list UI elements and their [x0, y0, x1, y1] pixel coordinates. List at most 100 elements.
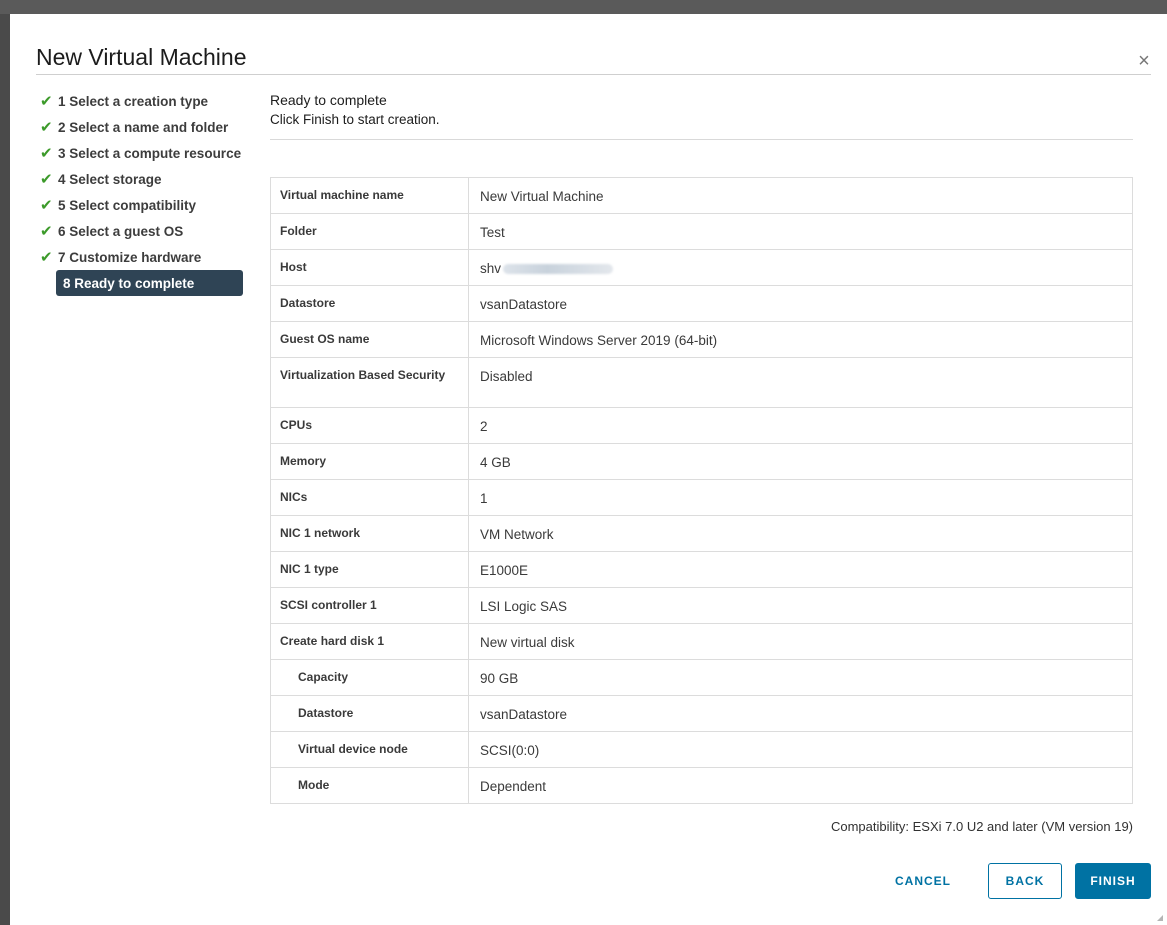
summary-value: Test	[480, 225, 505, 240]
summary-value: shv	[480, 261, 502, 276]
summary-key: Virtual machine name	[270, 177, 469, 214]
summary-row: Create hard disk 1 New virtual disk	[270, 623, 1133, 660]
wizard-step-label: 2 Select a name and folder	[58, 119, 229, 135]
summary-key: Virtualization Based Security	[270, 357, 469, 408]
summary-row: CPUs 2	[270, 407, 1133, 444]
checkmark-icon: ✔	[40, 119, 53, 136]
title-divider	[36, 74, 1151, 75]
summary-value-cell: shv	[468, 249, 1133, 286]
finish-button[interactable]: FINISH	[1075, 863, 1151, 899]
summary-value: 90 GB	[480, 671, 519, 686]
summary-value-cell: vsanDatastore	[468, 695, 1133, 732]
page-heading: Ready to complete	[270, 92, 387, 108]
summary-value: vsanDatastore	[480, 707, 568, 722]
wizard-step-label: 5 Select compatibility	[58, 197, 197, 213]
summary-row: Virtual device node SCSI(0:0)	[270, 731, 1133, 768]
summary-value: SCSI(0:0)	[480, 743, 540, 758]
summary-row: Host shv	[270, 249, 1133, 286]
checkmark-icon: ✔	[40, 171, 53, 188]
summary-key: NICs	[270, 479, 469, 516]
summary-key: SCSI controller 1	[270, 587, 469, 624]
summary-value-cell: New virtual disk	[468, 623, 1133, 660]
wizard-step-7[interactable]: ✔ 7 Customize hardware	[40, 244, 255, 270]
close-icon[interactable]: ×	[1135, 51, 1153, 71]
background-window-strip	[0, 0, 1167, 14]
summary-key: NIC 1 network	[270, 515, 469, 552]
dialog-title: New Virtual Machine	[36, 44, 247, 70]
summary-value-cell: VM Network	[468, 515, 1133, 552]
summary-value-cell: Disabled	[468, 357, 1133, 408]
summary-value-cell: Test	[468, 213, 1133, 250]
summary-key: Guest OS name	[270, 321, 469, 358]
checkmark-icon: ✔	[40, 145, 53, 162]
summary-value: LSI Logic SAS	[480, 599, 568, 614]
summary-key: Memory	[270, 443, 469, 480]
wizard-step-3[interactable]: ✔ 3 Select a compute resource	[40, 140, 255, 166]
wizard-step-4[interactable]: ✔ 4 Select storage	[40, 166, 255, 192]
summary-key: Datastore	[270, 695, 469, 732]
wizard-step-label: 7 Customize hardware	[58, 249, 202, 265]
summary-value: 4 GB	[480, 455, 511, 470]
checkmark-icon: ✔	[40, 197, 53, 214]
wizard-step-label: 6 Select a guest OS	[58, 223, 184, 239]
new-vm-dialog: New Virtual Machine × ✔ 1 Select a creati…	[10, 14, 1167, 925]
summary-key: Create hard disk 1	[270, 623, 469, 660]
checkmark-icon: ✔	[40, 93, 53, 110]
summary-value: 2	[480, 419, 488, 434]
summary-key: Virtual device node	[270, 731, 469, 768]
summary-row: Memory 4 GB	[270, 443, 1133, 480]
summary-key: Folder	[270, 213, 469, 250]
summary-table: Virtual machine name New Virtual Machine F…	[270, 177, 1133, 804]
summary-value: E1000E	[480, 563, 529, 578]
summary-value-cell: 1	[468, 479, 1133, 516]
wizard-step-2[interactable]: ✔ 2 Select a name and folder	[40, 114, 255, 140]
summary-value-cell: 90 GB	[468, 659, 1133, 696]
compatibility-text: Compatibility: ESXi 7.0 U2 and later (VM…	[830, 819, 1133, 834]
content-divider	[270, 139, 1133, 140]
summary-row: NIC 1 network VM Network	[270, 515, 1133, 552]
back-button[interactable]: BACK	[988, 863, 1062, 899]
summary-row: NICs 1	[270, 479, 1133, 516]
wizard-step-label: 8 Ready to complete	[63, 275, 195, 291]
summary-row: Mode Dependent	[270, 767, 1133, 804]
checkmark-icon: ✔	[40, 223, 53, 240]
summary-value-cell: SCSI(0:0)	[468, 731, 1133, 768]
checkmark-icon: ✔	[40, 249, 53, 266]
wizard-step-label: 3 Select a compute resource	[58, 145, 242, 161]
summary-value: VM Network	[480, 527, 554, 542]
summary-key: Host	[270, 249, 469, 286]
wizard-step-label: 1 Select a creation type	[58, 93, 209, 109]
summary-value-cell: 2	[468, 407, 1133, 444]
summary-value-cell: E1000E	[468, 551, 1133, 588]
wizard-step-8[interactable]: 8 Ready to complete	[56, 270, 243, 296]
page-subheading: Click Finish to start creation.	[270, 112, 440, 127]
summary-value-cell: New Virtual Machine	[468, 177, 1133, 214]
wizard-step-1[interactable]: ✔ 1 Select a creation type	[40, 88, 255, 114]
summary-row: SCSI controller 1 LSI Logic SAS	[270, 587, 1133, 624]
summary-value: New Virtual Machine	[480, 189, 604, 204]
summary-row: Virtualization Based Security Disabled	[270, 357, 1133, 408]
summary-row: NIC 1 type E1000E	[270, 551, 1133, 588]
summary-row: Folder Test	[270, 213, 1133, 250]
summary-value: New virtual disk	[480, 635, 575, 650]
redacted-text	[503, 264, 614, 275]
summary-key: NIC 1 type	[270, 551, 469, 588]
summary-key: Datastore	[270, 285, 469, 322]
summary-value: vsanDatastore	[480, 297, 568, 312]
summary-value-cell: LSI Logic SAS	[468, 587, 1133, 624]
wizard-step-6[interactable]: ✔ 6 Select a guest OS	[40, 218, 255, 244]
summary-row: Guest OS name Microsoft Windows Server 20…	[270, 321, 1133, 358]
summary-value-cell: Dependent	[468, 767, 1133, 804]
wizard-step-5[interactable]: ✔ 5 Select compatibility	[40, 192, 255, 218]
summary-value: Disabled	[480, 369, 533, 384]
summary-row: Virtual machine name New Virtual Machine	[270, 177, 1133, 214]
summary-row: Datastore vsanDatastore	[270, 285, 1133, 322]
content-header: Ready to complete Click Finish to start …	[270, 92, 1133, 140]
summary-value: 1	[480, 491, 488, 506]
cancel-button[interactable]: CANCEL	[878, 863, 968, 899]
summary-value-cell: vsanDatastore	[468, 285, 1133, 322]
summary-key: Mode	[270, 767, 469, 804]
summary-key: CPUs	[270, 407, 469, 444]
summary-row: Capacity 90 GB	[270, 659, 1133, 696]
resize-handle[interactable]	[1157, 915, 1163, 921]
